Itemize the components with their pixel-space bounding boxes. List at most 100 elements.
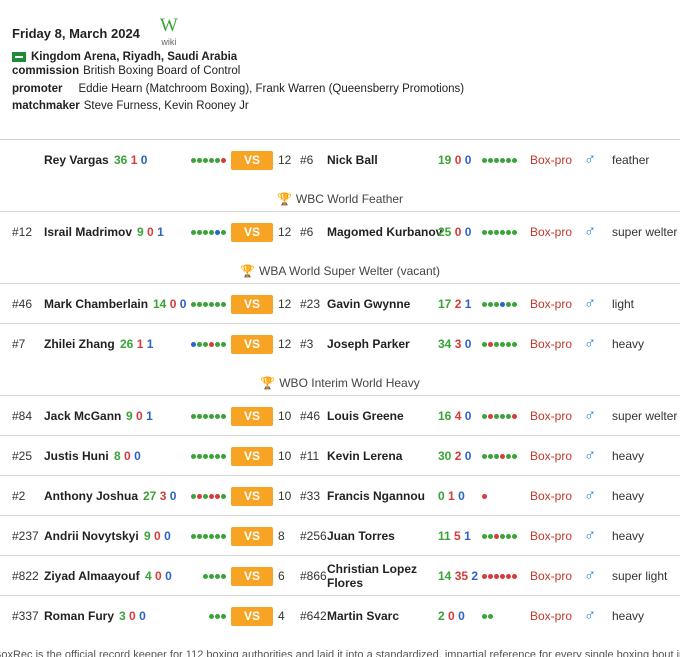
bout-type: Box-pro <box>530 569 573 583</box>
bout-row[interactable]: #7 Zhilei Zhang 26 1 1 VS 12 #3 Joseph Parker 3… <box>0 323 680 363</box>
fighter2-name[interactable]: Magomed Kurbanov <box>327 212 442 252</box>
fighter2-draws: 0 <box>464 409 472 423</box>
win-dot <box>191 157 196 163</box>
fighter2-name[interactable]: Juan Torres <box>327 516 395 556</box>
fighter2-name[interactable]: Gavin Gwynne <box>327 284 410 324</box>
fighter1-name[interactable]: Israil Madrimov <box>44 212 132 252</box>
bout-row[interactable]: #337 Roman Fury 3 0 0 VS 4 #642 Martin Svarc 2 … <box>0 595 680 635</box>
fighter2-losses: 0 <box>454 153 462 167</box>
bout-row[interactable]: #12 Israil Madrimov 9 0 1 VS 12 #6 Magomed Kur… <box>0 211 680 251</box>
win-dot <box>506 413 511 419</box>
fighter1-name[interactable]: Zhilei Zhang <box>44 324 115 364</box>
bout-row[interactable]: Rey Vargas 36 1 0 VS 12 #6 Nick Ball 19 0 0 Box… <box>0 139 680 179</box>
win-dot <box>500 533 505 539</box>
fighter1-wins: 3 <box>119 609 126 623</box>
wiki-link[interactable]: W wiki <box>160 16 178 47</box>
bout-row[interactable]: #2 Anthony Joshua 27 3 0 VS 10 #33 Francis Nga… <box>0 475 680 515</box>
fighter2-name[interactable]: Kevin Lerena <box>327 436 402 476</box>
title-row: 🏆 WBC World Feather <box>0 179 680 211</box>
fighter1-name[interactable]: Andrii Novytskyi <box>44 516 139 556</box>
loss-dot <box>209 341 214 347</box>
fighter2-name[interactable]: Francis Ngannou <box>327 476 425 516</box>
win-dot <box>209 413 214 419</box>
win-dot <box>203 301 208 307</box>
win-dot <box>506 301 511 307</box>
fighter1-draws: 0 <box>139 609 146 623</box>
fighter1-form <box>191 212 227 252</box>
vs-button[interactable]: VS <box>231 516 273 556</box>
draw-dot <box>191 341 196 347</box>
fighter1-losses: 0 <box>129 609 136 623</box>
fighter2-rank: #642 <box>300 609 327 623</box>
bout-row[interactable]: #84 Jack McGann 9 0 1 VS 10 #46 Louis Greene 16… <box>0 395 680 435</box>
bout-row[interactable]: #25 Justis Huni 8 0 0 VS 10 #11 Kevin Lerena 30… <box>0 435 680 475</box>
fighter1-name[interactable]: Rey Vargas <box>44 140 109 180</box>
fighter1-name[interactable]: Roman Fury <box>44 596 114 636</box>
fighter2-name[interactable]: Christian Lopez Flores <box>327 556 427 596</box>
promoter-value[interactable]: Eddie Hearn (Matchroom Boxing), Frank Wa… <box>78 83 464 95</box>
trophy-icon: 🏆 <box>240 264 255 278</box>
vs-button[interactable]: VS <box>231 284 273 324</box>
fighter2-wins: 34 <box>438 337 452 351</box>
fighter1-wins: 26 <box>120 337 134 351</box>
fighter1-name[interactable]: Anthony Joshua <box>44 476 138 516</box>
fighter2-name[interactable]: Martin Svarc <box>327 596 399 636</box>
win-dot <box>215 413 220 419</box>
win-dot <box>488 533 493 539</box>
draw-dot <box>500 301 505 307</box>
commission-line: commission British Boxing Board of Contro… <box>12 63 672 81</box>
fighter1-record: 27 3 0 <box>143 476 176 516</box>
fighter1-name[interactable]: Jack McGann <box>44 396 121 436</box>
fighter1-draws: 1 <box>146 337 154 351</box>
vs-label: VS <box>231 526 273 546</box>
bout-row[interactable]: #46 Mark Chamberlain 14 0 0 VS 12 #23 Gavin Gw… <box>0 283 680 323</box>
win-dot <box>221 341 226 347</box>
bout-row[interactable]: #237 Andrii Novytskyi 9 0 0 VS 8 #256 Juan Tor… <box>0 515 680 555</box>
vs-button[interactable]: VS <box>231 476 273 516</box>
fighter1-name[interactable]: Mark Chamberlain <box>44 284 148 324</box>
vs-button[interactable]: VS <box>231 324 273 364</box>
fighter2-name[interactable]: Louis Greene <box>327 396 404 436</box>
event-header: Friday 8, March 2024 W wiki Kingdom Aren… <box>12 16 672 116</box>
male-gender-icon: ♂ <box>584 447 596 464</box>
commission-value[interactable]: British Boxing Board of Control <box>83 65 240 77</box>
fighter2-draws: 0 <box>464 337 472 351</box>
vs-button[interactable]: VS <box>231 436 273 476</box>
matchmaker-value[interactable]: Steve Furness, Kevin Rooney Jr <box>84 100 249 112</box>
loss-dot <box>500 573 505 579</box>
vs-button[interactable]: VS <box>231 140 273 180</box>
bout-row[interactable]: #822 Ziyad Almaayouf 4 0 0 VS 6 #866 Christian… <box>0 555 680 595</box>
male-gender-icon: ♂ <box>584 151 596 168</box>
fighter2-name[interactable]: Nick Ball <box>327 140 378 180</box>
fighter2-record: 11 5 1 <box>438 516 471 556</box>
loss-dot <box>500 453 505 459</box>
fighter1-draws: 0 <box>164 529 171 543</box>
win-dot <box>215 533 220 539</box>
fighter1-record: 3 0 0 <box>119 596 146 636</box>
fighter2-name[interactable]: Joseph Parker <box>327 324 410 364</box>
weight-class: heavy <box>612 337 645 351</box>
fighter1-wins: 27 <box>143 489 157 503</box>
venue[interactable]: Kingdom Arena, Riyadh, Saudi Arabia <box>12 51 672 63</box>
vs-label: VS <box>231 222 273 242</box>
win-dot <box>215 573 220 579</box>
loss-dot <box>488 573 493 579</box>
win-dot <box>488 453 493 459</box>
fighter2-form <box>482 436 518 476</box>
win-dot <box>197 341 202 347</box>
vs-button[interactable]: VS <box>231 556 273 596</box>
fighter2-rank: #6 <box>300 225 314 239</box>
weight-class: heavy <box>612 449 645 463</box>
male-gender-icon: ♂ <box>584 487 596 504</box>
fighter1-form <box>191 140 227 180</box>
fighter1-name[interactable]: Justis Huni <box>44 436 109 476</box>
male-gender-icon: ♂ <box>584 407 596 424</box>
fighter2-losses: 3 <box>454 337 462 351</box>
bout-type: Box-pro <box>530 409 573 423</box>
vs-button[interactable]: VS <box>231 596 273 636</box>
vs-button[interactable]: VS <box>231 212 273 252</box>
fighter2-draws: 0 <box>464 225 472 239</box>
win-dot <box>215 157 220 163</box>
fighter1-name[interactable]: Ziyad Almaayouf <box>44 556 140 596</box>
vs-button[interactable]: VS <box>231 396 273 436</box>
